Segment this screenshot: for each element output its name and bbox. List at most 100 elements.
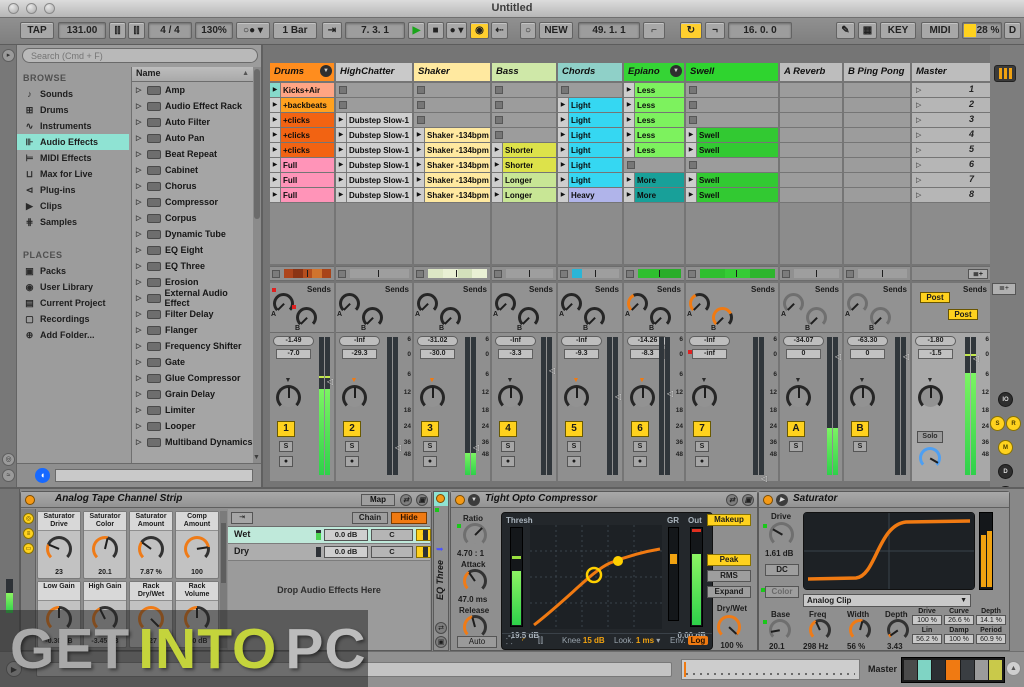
solo-button[interactable]: S <box>853 441 867 452</box>
clip-slot[interactable]: ▶Full <box>270 173 334 187</box>
peak-level-display[interactable]: -1.80 <box>915 336 956 346</box>
clip-stop-icon[interactable] <box>495 131 503 139</box>
clip-launch-icon[interactable]: ▶ <box>336 173 347 187</box>
track-stop-icon[interactable] <box>494 270 502 278</box>
sidebar-item-current-project[interactable]: ▤Current Project <box>17 295 129 311</box>
punch-in-button[interactable]: ⌐ <box>643 22 665 39</box>
mixer-toggle-io[interactable]: IO <box>998 392 1013 407</box>
follow-button[interactable]: ⇥ <box>322 22 342 39</box>
macro-knob[interactable] <box>92 606 118 632</box>
clip-launch-icon[interactable]: ▶ <box>336 128 347 142</box>
mixer-toggle-s[interactable]: S <box>990 416 1005 431</box>
macro-knob[interactable] <box>46 536 72 562</box>
track-header[interactable]: Shaker <box>414 63 490 81</box>
compressor-title-bar[interactable]: ▼ Tight Opto Compressor ⇄ ▣ <box>451 492 757 508</box>
session-record-button[interactable]: ◉ <box>470 22 489 39</box>
volume-display[interactable]: 0 <box>850 349 885 359</box>
track-activator[interactable]: 6 <box>631 421 649 437</box>
grid-value[interactable]: 100 % <box>944 634 974 644</box>
clip-slot[interactable]: ▶Light <box>558 173 622 187</box>
quantization-menu[interactable]: 1 Bar <box>273 22 317 39</box>
clip-launch-icon[interactable]: ▶ <box>414 158 425 172</box>
track-header[interactable]: HighChatter <box>336 63 412 81</box>
tempo-display[interactable]: 131.00 <box>58 22 106 39</box>
solo-button[interactable]: S <box>633 441 647 452</box>
scene-row[interactable]: ▷4 <box>912 128 990 142</box>
grid-value[interactable]: 100 % <box>912 615 942 625</box>
peak-level-display[interactable]: -63.30 <box>847 336 888 346</box>
sidebar-item-plug-ins[interactable]: ⊲Plug-ins <box>17 182 129 198</box>
expander-icon[interactable]: ▷ <box>136 278 143 286</box>
clip-stop-slot[interactable] <box>686 83 778 97</box>
envelope-mode-button[interactable]: Log <box>688 636 709 645</box>
track-header[interactable]: A Reverb <box>780 63 842 81</box>
device-on-icon[interactable] <box>455 495 465 505</box>
freq-knob[interactable] <box>809 619 831 641</box>
expander-icon[interactable]: ▷ <box>136 214 143 222</box>
new-button[interactable]: NEW <box>539 22 573 39</box>
width-value[interactable]: 56 % <box>847 642 865 651</box>
browser-lower-icon[interactable]: ◎ <box>2 453 15 466</box>
clip-launch-icon[interactable]: ▶ <box>686 173 697 187</box>
mixer-toggle-r[interactable]: R <box>1006 416 1021 431</box>
depth-knob[interactable] <box>887 619 909 641</box>
track-activator[interactable]: 1 <box>277 421 295 437</box>
clip-stop-icon[interactable] <box>561 86 569 94</box>
clip-slot[interactable]: ▶Heavy <box>558 188 622 202</box>
clip-slot[interactable]: ▶+clicks <box>270 128 334 142</box>
device-list-item[interactable]: ▷Multiband Dynamics <box>132 434 253 450</box>
macro-value[interactable]: 100 <box>176 569 218 576</box>
send-a-knob[interactable] <box>495 293 516 314</box>
track-activator[interactable]: 4 <box>499 421 517 437</box>
device-chain-overview[interactable] <box>681 659 860 680</box>
punch-out-button[interactable]: ¬ <box>705 22 725 39</box>
device-list-item[interactable]: ▷Dynamic Tube <box>132 226 253 242</box>
post-button[interactable]: Post <box>948 309 978 320</box>
browser-collapse-icon[interactable]: ▸ <box>2 49 15 62</box>
device-list-item[interactable]: ▷Amp <box>132 82 253 98</box>
macro-knob[interactable] <box>138 536 164 562</box>
track-activator[interactable]: 5 <box>565 421 583 437</box>
midi-map-button[interactable]: MIDI <box>921 22 959 39</box>
peak-level-display[interactable]: -Inf <box>689 336 730 346</box>
preview-headphone-icon[interactable]: ◖ <box>35 468 50 483</box>
ratio-knob[interactable] <box>463 523 487 547</box>
clip-launch-icon[interactable]: ▶ <box>624 98 635 112</box>
cue-volume-knob[interactable] <box>919 447 941 469</box>
clip-launch-icon[interactable]: ▶ <box>414 173 425 187</box>
clip-stop-icon[interactable] <box>339 101 347 109</box>
rack-on-icon[interactable] <box>25 495 35 505</box>
fader-handle[interactable]: ◁ <box>903 352 909 361</box>
clip-slot[interactable]: ▶Shaker -134bpm <box>414 143 490 157</box>
mixer-show-icon[interactable] <box>994 65 1016 82</box>
clip-launch-icon[interactable]: ▶ <box>270 128 281 142</box>
expander-icon[interactable]: ▷ <box>136 166 143 174</box>
clip-launch-icon[interactable]: ▶ <box>624 173 635 187</box>
stop-all-clips-icon[interactable]: ≣+ <box>968 269 988 279</box>
clip-slot[interactable]: ▶Full <box>270 188 334 202</box>
expander-icon[interactable]: ▷ <box>136 326 143 334</box>
clip-launch-icon[interactable]: ▶ <box>624 83 635 97</box>
clip-slot[interactable]: ▶Shaker -134bpm <box>414 158 490 172</box>
clip-launch-icon[interactable]: ▶ <box>336 113 347 127</box>
clip-launch-icon[interactable]: ▶ <box>558 173 569 187</box>
track-header[interactable]: Epiano▼ <box>624 63 684 81</box>
loop-length-display[interactable]: 16. 0. 0 <box>728 22 792 39</box>
sidebar-item-drums[interactable]: ⊞Drums <box>17 102 129 118</box>
clip-launch-icon[interactable]: ▶ <box>270 113 281 127</box>
clip-stop-slot[interactable] <box>492 98 556 112</box>
color-button[interactable]: Color <box>765 586 799 598</box>
clip-slot[interactable]: ▶Less <box>624 128 684 142</box>
rack-scrollbar[interactable] <box>220 511 227 648</box>
solo-button[interactable]: S <box>789 441 803 452</box>
device-list-item[interactable]: ▷EQ Three <box>132 258 253 274</box>
clip-stop-icon[interactable] <box>689 101 697 109</box>
send-a-knob[interactable] <box>561 293 582 314</box>
scene-row[interactable]: ▷6 <box>912 158 990 172</box>
scene-row[interactable]: ▷1 <box>912 83 990 97</box>
clip-launch-icon[interactable]: ▶ <box>686 128 697 142</box>
clip-launch-icon[interactable]: ▶ <box>270 98 281 112</box>
arm-button[interactable]: ● <box>633 456 647 467</box>
list-scrollbar[interactable]: ▼ <box>253 67 261 463</box>
clip-launch-icon[interactable]: ▶ <box>336 158 347 172</box>
